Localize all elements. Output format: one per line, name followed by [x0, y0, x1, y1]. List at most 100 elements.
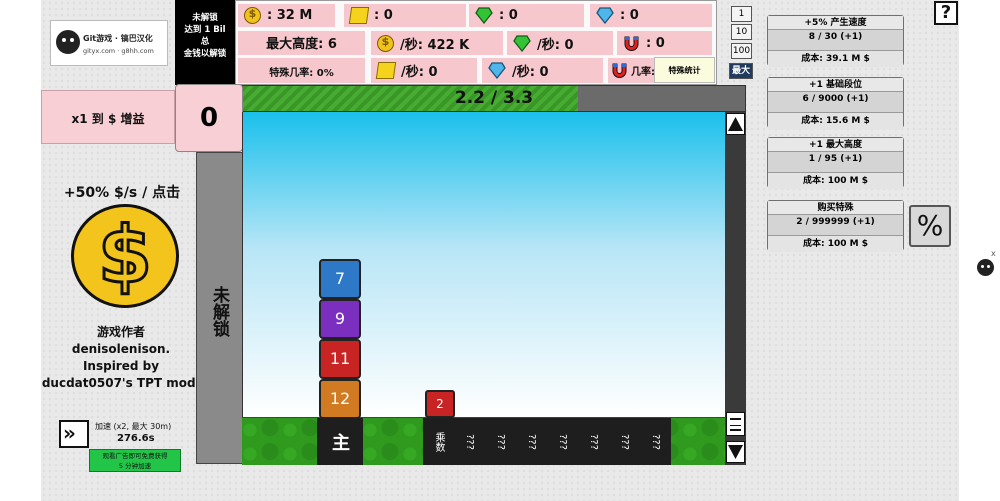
gold-rate-stat: /秒: 0	[371, 58, 477, 83]
base-slot[interactable]: 主	[317, 418, 363, 465]
cat-float-icon[interactable]	[977, 259, 994, 276]
question-icon: ?	[940, 2, 952, 23]
coin-icon	[244, 7, 261, 24]
buy-amount-max[interactable]: 最大	[729, 63, 753, 79]
cat-logo-icon	[56, 30, 80, 54]
click-coin-button[interactable]: $	[71, 204, 179, 308]
locked-slot[interactable]: ???	[485, 418, 516, 465]
watch-ad-button[interactable]: 观看广告即可免费获得 5 分钟加速	[89, 449, 181, 472]
scroll-down-button[interactable]	[726, 441, 745, 463]
credits-line-4: ducdat0507's TPT mod.	[41, 376, 201, 390]
game-area: Git游戏 · 镐巴汉化 gityx.com · g8hh.com 未解锁 达到…	[41, 0, 959, 501]
close-icon[interactable]: x	[991, 249, 996, 258]
gain-value: 0	[199, 103, 219, 133]
money-value: : 32 M	[267, 8, 313, 23]
ad-line-2: 5 分钟加速	[118, 462, 152, 470]
percent-icon: %	[916, 209, 944, 242]
buy-amount-10[interactable]: 10	[731, 24, 752, 40]
magnet-icon	[612, 63, 627, 78]
max-height-value: 最大高度: 6	[266, 37, 337, 52]
locked-slot[interactable]: ???	[609, 418, 640, 465]
upgrade-base-tier[interactable]: +1 基础段位 6 / 9000 (+1) 成本: 15.6 M $	[767, 77, 904, 129]
scroll-thumb[interactable]	[726, 412, 745, 436]
upgrade-title: +5% 产生速度	[768, 16, 903, 30]
logo-domains: gityx.com · g8hh.com	[83, 47, 154, 55]
dollar-sign-icon: $	[96, 210, 153, 303]
locked-line-4: 金钱以解锁	[183, 49, 227, 59]
magnet-stat: : 0	[617, 31, 712, 55]
locked-slot[interactable]: ???	[578, 418, 609, 465]
upgrade-title: +1 基础段位	[768, 78, 903, 92]
fast-forward-icon: »	[63, 421, 76, 445]
gain-label-box: x1 到 $ 增益	[41, 90, 175, 144]
block-12: 12	[319, 379, 361, 419]
emerald-stat: : 0	[469, 4, 584, 27]
money-rate-stat: /秒: 422 K	[371, 31, 503, 55]
diamond-value: : 0	[620, 8, 639, 23]
block-11: 11	[319, 339, 361, 379]
diamond-icon	[596, 7, 614, 24]
block-9: 9	[319, 299, 361, 339]
upgrade-buy-special[interactable]: 购买特殊 2 / 999999 (+1) 成本: 100 M $	[767, 200, 904, 252]
upgrade-level: 2 / 999999 (+1)	[796, 217, 875, 227]
gold-rate-value: /秒: 0	[401, 65, 438, 80]
gain-value-box[interactable]: 0	[175, 84, 243, 152]
logo-brand: Git游戏 · 镐巴汉化	[83, 34, 153, 43]
upgrade-cost: 成本: 100 M $	[768, 172, 903, 189]
gain-label: x1 到 $ 增益	[71, 112, 145, 126]
locked-slot[interactable]: ???	[640, 418, 671, 465]
gold-bar-icon	[375, 62, 397, 79]
ad-line-1: 观看广告即可免费获得	[102, 452, 168, 460]
diamond-rate-value: /秒: 0	[512, 65, 549, 80]
play-area[interactable]	[242, 112, 725, 417]
emerald-icon	[475, 7, 493, 24]
block-7: 7	[319, 259, 361, 299]
percent-button[interactable]: %	[909, 205, 951, 247]
stats-panel: : 32 M : 0 : 0 : 0 最大高度: 6 /秒: 422 K /秒:…	[235, 0, 717, 85]
locked-slot[interactable]: ???	[547, 418, 578, 465]
locked-line-1: 未解锁	[192, 13, 218, 23]
arrow-down-icon	[728, 445, 743, 459]
upgrade-cost: 成本: 39.1 M $	[768, 50, 903, 67]
diamond-rate-stat: /秒: 0	[482, 58, 603, 83]
upgrade-cost: 成本: 15.6 M $	[768, 112, 903, 129]
credits: 游戏作者 denisolenison. Inspired by ducdat05…	[41, 324, 201, 392]
money-stat: : 32 M	[238, 4, 335, 27]
coin-icon	[377, 34, 394, 52]
buy-amount-1[interactable]: 1	[731, 6, 752, 22]
upgrade-title: +1 最大高度	[768, 138, 903, 152]
money-rate-value: /秒: 422 K	[400, 37, 470, 53]
upgrade-level: 8 / 30 (+1)	[808, 32, 863, 42]
credits-line-1: 游戏作者	[96, 325, 145, 339]
max-height-stat: 最大高度: 6	[238, 31, 365, 55]
locked-column-label: 未解锁	[209, 286, 229, 337]
progress-bar: 2.2 / 3.3	[242, 85, 746, 112]
diamond-icon	[488, 62, 506, 79]
magnet-value: : 0	[646, 35, 665, 51]
gold-bar-icon	[348, 7, 370, 24]
progress-label: 2.2 / 3.3	[454, 88, 534, 108]
locked-line-3: 总	[200, 37, 210, 47]
buy-amount-100[interactable]: 100	[731, 43, 752, 59]
site-logo[interactable]: Git游戏 · 镐巴汉化 gityx.com · g8hh.com	[50, 20, 168, 66]
special-stats-button[interactable]: 特殊统计	[654, 57, 715, 83]
credits-line-3: Inspired by	[82, 359, 160, 373]
scroll-up-button[interactable]	[726, 113, 745, 135]
click-bonus-title: +50% $/s / 点击	[63, 185, 181, 201]
locked-slot[interactable]: ???	[454, 418, 485, 465]
help-button[interactable]: ?	[934, 1, 958, 25]
locked-line-2: 达到 1 Bil	[184, 25, 226, 35]
upgrade-production-speed[interactable]: +5% 产生速度 8 / 30 (+1) 成本: 39.1 M $	[767, 15, 904, 67]
speed-label: 加速 (x2, 最大 30m)	[95, 422, 172, 431]
locked-slot[interactable]: ???	[516, 418, 547, 465]
locked-column: 未解锁	[196, 152, 243, 464]
stage: Git游戏 · 镐巴汉化 gityx.com · g8hh.com 未解锁 达到…	[0, 0, 1000, 501]
fast-forward-button[interactable]: »	[59, 420, 89, 448]
magnet-icon	[624, 36, 639, 51]
multiplier-slot[interactable]: 乘数	[423, 418, 454, 465]
scrollbar[interactable]	[725, 112, 746, 465]
emerald-value: : 0	[499, 8, 518, 23]
diamond-stat: : 0	[590, 4, 712, 27]
special-chance-stat: 特殊几率: 0%	[238, 58, 365, 83]
upgrade-max-height[interactable]: +1 最大高度 1 / 95 (+1) 成本: 100 M $	[767, 137, 904, 189]
